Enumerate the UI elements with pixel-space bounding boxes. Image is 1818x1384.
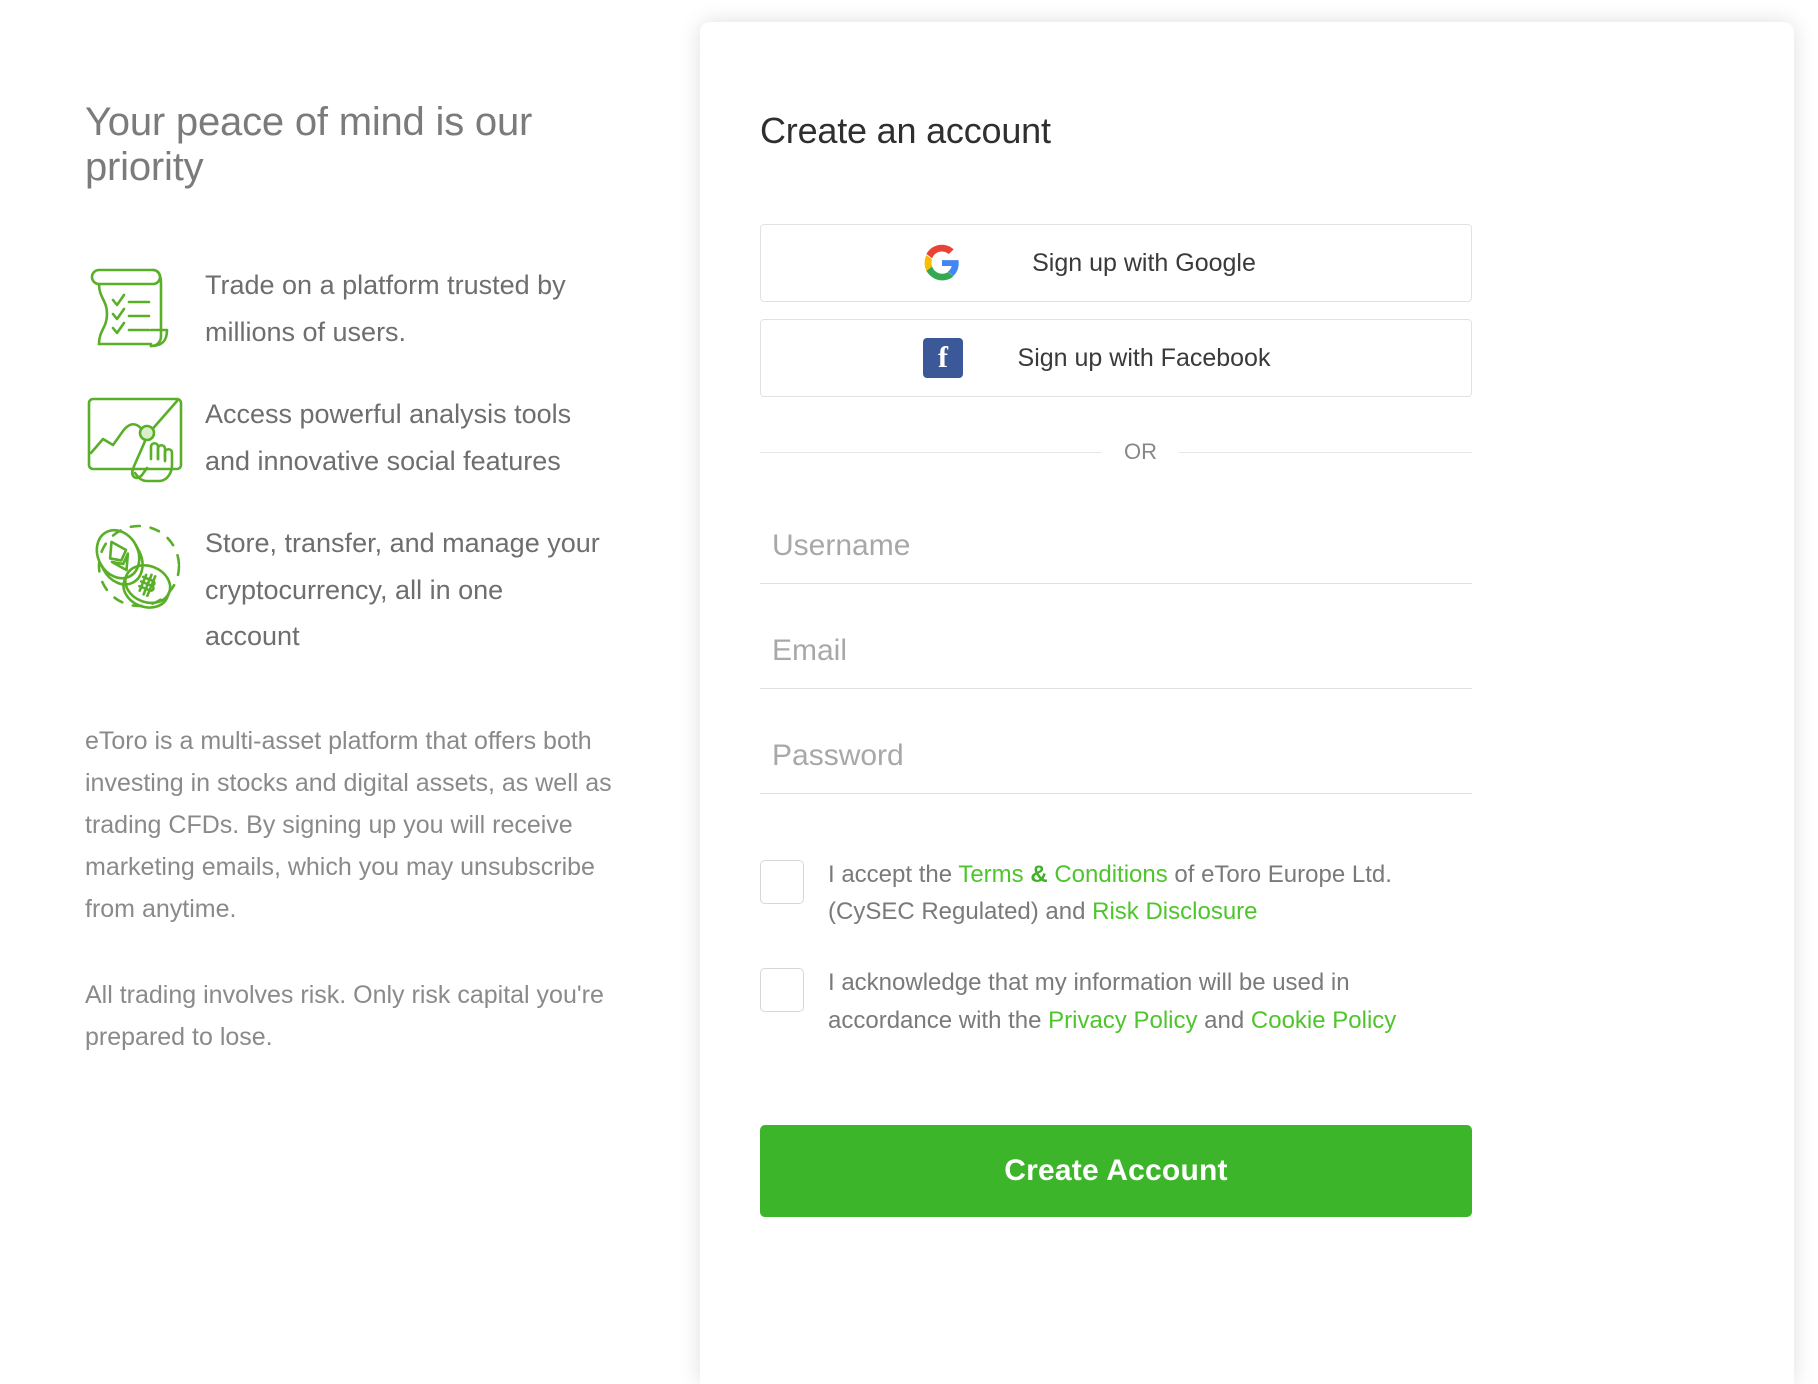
- feature-item-label: Access powerful analysis tools and innov…: [205, 399, 572, 476]
- scroll-checklist-icon: [85, 254, 205, 359]
- consent-link[interactable]: Cookie Policy: [1251, 1007, 1396, 1034]
- google-g-icon: [923, 244, 961, 282]
- consent-row: I accept the Terms & Conditions of eToro…: [760, 856, 1472, 930]
- terms-checkbox[interactable]: [760, 860, 804, 904]
- divider-line-right: [1179, 451, 1472, 453]
- page-headline: Your peace of mind is our priority: [85, 100, 533, 190]
- facebook-f-icon: f: [923, 338, 963, 378]
- consent-link[interactable]: Privacy Policy: [1048, 1007, 1197, 1034]
- password-input[interactable]: [760, 721, 1472, 794]
- feature-item-label: Trade on a platform trusted by millions …: [205, 270, 566, 347]
- consent-link[interactable]: Conditions: [1054, 861, 1167, 888]
- facebook-f-glyph: f: [923, 338, 963, 378]
- facebook-signup-button[interactable]: f Sign up with Facebook: [760, 319, 1472, 397]
- consent-link[interactable]: Terms: [958, 861, 1023, 888]
- consent-text-fragment: I accept the: [828, 861, 959, 888]
- crypto-coins-icon: [85, 512, 205, 617]
- risk-disclaimer: All trading involves risk. Only risk cap…: [85, 980, 604, 1051]
- panel-title: Create an account: [760, 110, 1051, 151]
- marketing-column: Your peace of mind is our priority Trade…: [0, 0, 700, 1384]
- consent-group: I accept the Terms & Conditions of eToro…: [760, 856, 1472, 1039]
- create-account-button[interactable]: Create Account: [760, 1124, 1472, 1217]
- signup-page: Your peace of mind is our priority Trade…: [0, 0, 1818, 1384]
- username-input[interactable]: [760, 511, 1472, 584]
- feature-list: Trade on a platform trusted by millions …: [85, 254, 640, 659]
- privacy-checkbox[interactable]: [760, 968, 804, 1013]
- feature-item: Access powerful analysis tools and innov…: [85, 383, 640, 488]
- terms-consent-text: I accept the Terms & Conditions of eToro…: [828, 856, 1468, 930]
- privacy-consent-text: I acknowledge that my information will b…: [828, 964, 1468, 1038]
- chart-touch-icon: [85, 383, 205, 488]
- consent-text-fragment: and: [1197, 1006, 1251, 1034]
- feature-item-label: Store, transfer, and manage your cryptoc…: [205, 528, 600, 652]
- signup-panel: Create an account Sign up with Google f …: [700, 22, 1794, 1384]
- consent-link[interactable]: Risk Disclosure: [1092, 898, 1257, 925]
- or-label: OR: [1124, 439, 1157, 464]
- feature-item: Store, transfer, and manage your cryptoc…: [85, 512, 640, 659]
- legal-disclaimer: eToro is a multi-asset platform that off…: [85, 726, 612, 923]
- or-divider: OR: [760, 439, 1472, 465]
- feature-item: Trade on a platform trusted by millions …: [85, 254, 640, 359]
- google-signup-label: Sign up with Google: [1032, 248, 1256, 277]
- facebook-signup-label: Sign up with Facebook: [1017, 343, 1271, 372]
- google-signup-button[interactable]: Sign up with Google: [760, 224, 1472, 302]
- divider-line-left: [760, 451, 1102, 453]
- ampersand: &: [1023, 861, 1055, 888]
- consent-row: I acknowledge that my information will b…: [760, 964, 1472, 1038]
- email-input[interactable]: [760, 616, 1472, 689]
